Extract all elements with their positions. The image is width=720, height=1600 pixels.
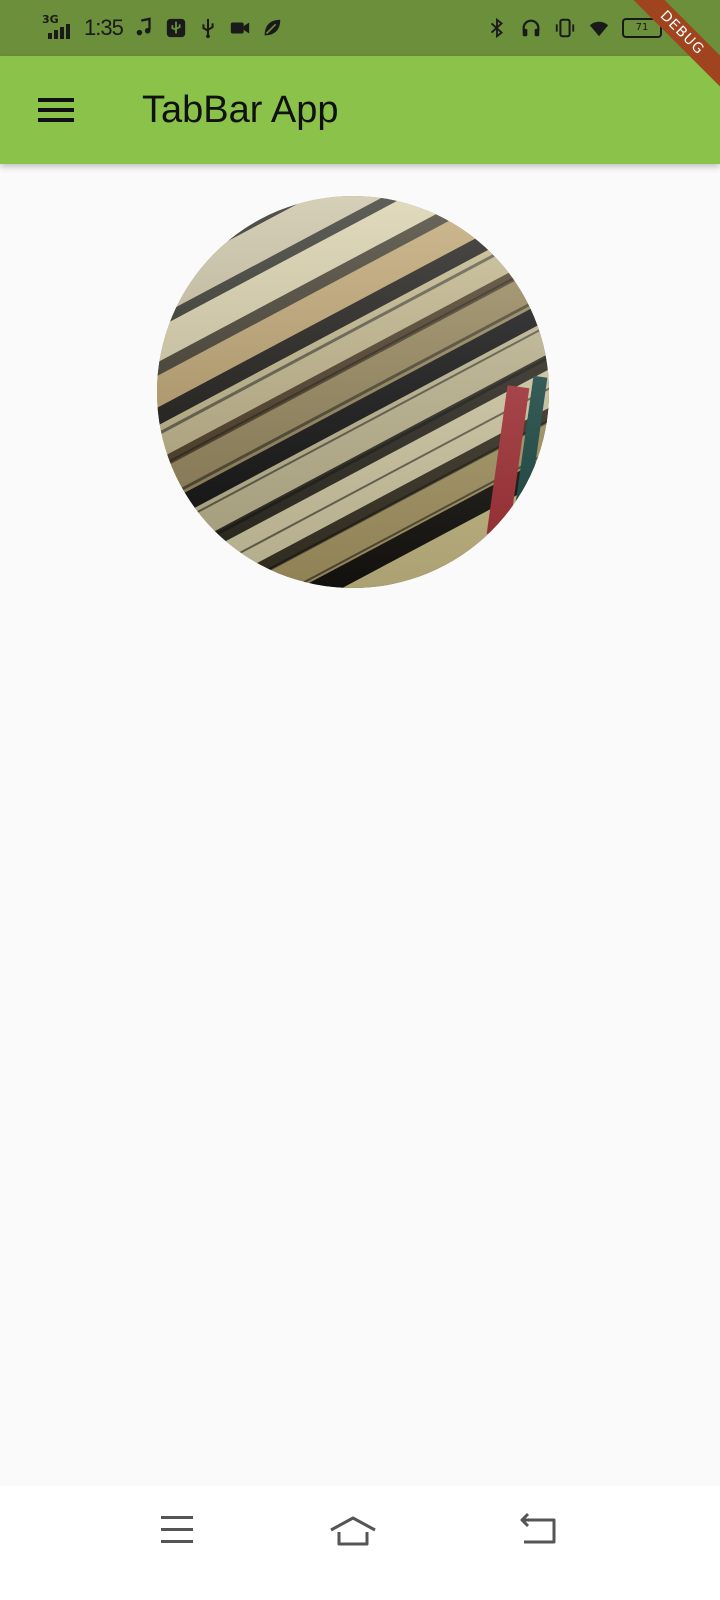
- bluetooth-icon: [490, 17, 503, 39]
- clock-time: 1:35: [84, 15, 124, 40]
- leaf-icon: [264, 19, 281, 36]
- hamburger-menu-icon: [38, 98, 74, 122]
- vinyl-records-image: [157, 196, 549, 588]
- signal-icon: 3G: [42, 13, 74, 39]
- status-bar-left: 3G 1:35: [42, 0, 283, 56]
- wifi-icon: [589, 21, 609, 37]
- usb-icon: [202, 18, 214, 39]
- usb-debug-icon: [166, 18, 185, 38]
- page-title: TabBar App: [142, 89, 339, 131]
- avatar-image: [157, 196, 549, 588]
- signal-bars: [48, 24, 70, 39]
- system-nav-bar: [0, 1486, 720, 1600]
- music-note-icon: [136, 17, 151, 36]
- back-button[interactable]: [502, 1502, 574, 1558]
- home-button[interactable]: [317, 1502, 389, 1558]
- home-icon: [330, 1516, 376, 1546]
- status-bar-right: 71: [486, 0, 662, 56]
- menu-nav-icon: [161, 1516, 193, 1543]
- vibrate-icon: [555, 18, 575, 38]
- headphones-icon: [522, 19, 540, 37]
- menu-button[interactable]: [24, 82, 84, 138]
- app-bar: TabBar App: [0, 56, 720, 164]
- back-icon: [520, 1512, 556, 1544]
- video-camera-icon: [230, 22, 249, 34]
- battery-level: 71: [635, 22, 649, 33]
- status-bar: 3G 1:35 71: [0, 0, 720, 56]
- recent-apps-button[interactable]: [141, 1502, 213, 1558]
